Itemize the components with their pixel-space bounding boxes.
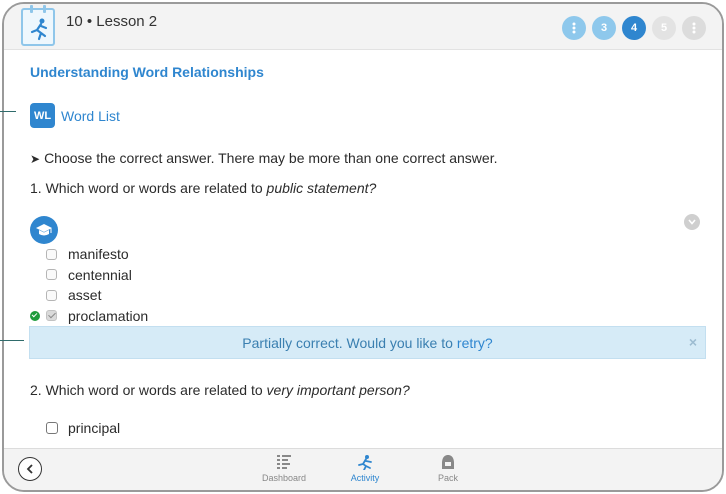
lesson-title: 10 • Lesson 2 xyxy=(66,13,158,30)
connector-line xyxy=(0,111,16,112)
graduation-cap-icon[interactable] xyxy=(30,216,58,244)
nav-activity[interactable]: Activity xyxy=(335,453,395,483)
chevron-down-icon[interactable] xyxy=(684,214,700,230)
question-2-prefix: 2. Which word or words are related to xyxy=(30,382,267,398)
option-proclamation[interactable]: proclamation xyxy=(30,306,149,327)
option-centennial[interactable]: centennial xyxy=(46,265,148,286)
retry-link[interactable]: retry? xyxy=(457,335,493,351)
checkbox[interactable] xyxy=(46,422,58,434)
word-list-link[interactable]: WL Word List xyxy=(30,103,120,128)
step-4[interactable]: 4 xyxy=(622,16,646,40)
question-1: 1. Which word or words are related to pu… xyxy=(30,180,376,196)
nav-pack-label: Pack xyxy=(437,473,458,483)
lesson-calendar-icon xyxy=(21,5,55,46)
step-next-dots[interactable] xyxy=(682,16,706,40)
nav-dashboard[interactable]: Dashboard xyxy=(254,453,314,483)
option-manifesto[interactable]: manifesto xyxy=(46,244,148,265)
question-1-options: manifesto centennial asset proclamation xyxy=(30,244,149,327)
app-frame: 10 • Lesson 2 3 4 5 Understanding Word R… xyxy=(2,2,724,492)
question-2-term: very important person? xyxy=(266,382,410,398)
close-icon[interactable]: × xyxy=(689,334,697,350)
step-previous-dots[interactable] xyxy=(562,16,586,40)
bottom-nav: Dashboard Activity Pack xyxy=(4,448,722,490)
checkbox[interactable] xyxy=(46,248,57,260)
option-label: asset xyxy=(68,287,102,304)
feedback-text: Partially correct. Would you like to xyxy=(242,334,453,351)
nav-dashboard-label: Dashboard xyxy=(261,473,307,483)
instruction: ➤ Choose the correct answer. There may be… xyxy=(30,150,497,166)
step-indicator: 3 4 5 xyxy=(562,16,706,40)
feedback-banner: Partially correct. Would you like to ret… xyxy=(29,326,706,359)
word-list-label[interactable]: Word List xyxy=(61,108,120,124)
connector-line xyxy=(0,340,24,341)
activity-icon xyxy=(335,453,395,471)
back-button[interactable] xyxy=(18,457,42,481)
option-label: centennial xyxy=(68,266,132,283)
question-1-term: public statement? xyxy=(266,180,377,196)
step-5[interactable]: 5 xyxy=(652,16,676,40)
instruction-text: Choose the correct answer. There may be … xyxy=(44,150,498,166)
dashboard-icon xyxy=(254,453,314,471)
correct-check-icon xyxy=(30,310,40,321)
step-3[interactable]: 3 xyxy=(592,16,616,40)
option-asset[interactable]: asset xyxy=(46,285,148,306)
option-principal[interactable]: principal xyxy=(46,420,120,436)
checkbox-checked[interactable] xyxy=(46,310,57,322)
word-list-badge: WL xyxy=(30,103,55,128)
option-label: principal xyxy=(68,420,121,436)
nav-pack[interactable]: Pack xyxy=(418,453,478,483)
pack-icon xyxy=(418,453,478,471)
option-label: manifesto xyxy=(68,246,129,263)
section-title: Understanding Word Relationships xyxy=(30,64,264,80)
checkbox[interactable] xyxy=(46,269,57,281)
top-bar: 10 • Lesson 2 3 4 5 xyxy=(4,4,722,50)
question-1-prefix: 1. Which word or words are related to xyxy=(30,180,267,196)
checkbox[interactable] xyxy=(46,289,57,301)
question-2: 2. Which word or words are related to ve… xyxy=(30,382,410,398)
nav-activity-label: Activity xyxy=(350,473,380,483)
arrow-right-icon: ➤ xyxy=(30,152,41,166)
option-label: proclamation xyxy=(68,307,149,324)
